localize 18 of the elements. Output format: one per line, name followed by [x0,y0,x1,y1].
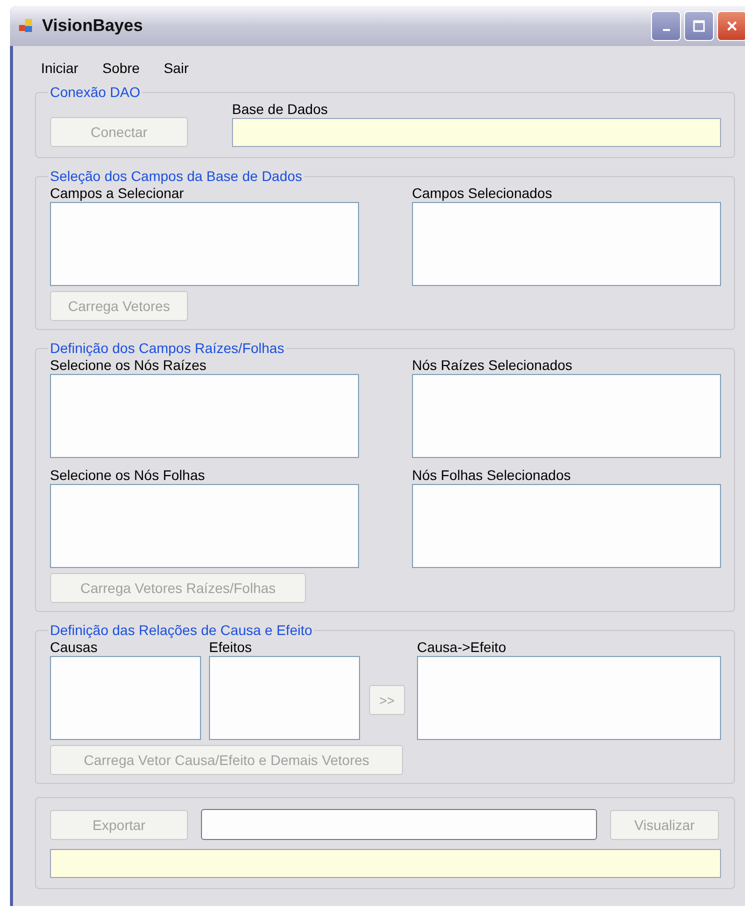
list-label: Nós Folhas Selecionados [412,466,572,484]
group-title: Conexão DAO [49,84,142,100]
window-title: VisionBayes [42,16,143,36]
list-label: Causas [50,638,98,656]
group-title: Seleção dos Campos da Base de Dados [49,168,304,184]
menu-item[interactable]: Iniciar [41,60,78,84]
list-label: Campos a Selecionar [50,184,185,202]
menu-item[interactable]: Sobre [102,60,140,84]
list-label: Selecione os Nós Folhas [50,466,206,484]
list-label: Campos Selecionados [412,184,554,202]
list-label: Causa->Efeito [417,638,508,656]
list-label: Selecione os Nós Raízes [50,356,208,374]
menu-item[interactable]: Sair [164,60,189,84]
field-label: Base de Dados [232,100,329,118]
list-label: Nós Raízes Selecionados [412,356,574,374]
group-title: Definição das Relações de Causa e Efeito [49,622,314,638]
group-title: Definição dos Campos Raízes/Folhas [49,340,286,356]
list-label: Efeitos [209,638,253,656]
